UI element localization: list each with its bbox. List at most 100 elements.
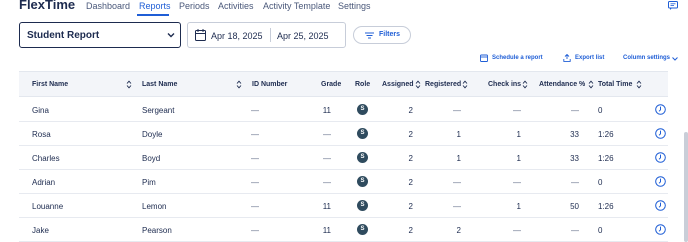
sort-icon[interactable]	[636, 80, 642, 89]
sort-icon[interactable]	[126, 80, 132, 89]
nav-active-indicator	[137, 14, 169, 16]
filter-icon	[365, 32, 374, 39]
student-report-table: First Name Last Name ID Number Grade Rol…	[19, 71, 668, 242]
check-ins-cell: —	[513, 106, 521, 115]
nav-reports[interactable]: Reports	[139, 1, 171, 11]
column-settings-link[interactable]: Column settings	[623, 55, 678, 61]
registered-cell: 1	[456, 130, 461, 139]
date-separator	[270, 28, 271, 42]
id-number-cell: —	[251, 154, 259, 163]
check-ins-cell: 1	[516, 130, 521, 139]
assigned-cell: 2	[408, 178, 413, 187]
role-badge: S	[357, 176, 368, 187]
role-badge: S	[357, 224, 368, 235]
sort-icon[interactable]	[415, 80, 421, 89]
report-type-select[interactable]: Student Report	[19, 22, 181, 48]
col-check-ins[interactable]: Check ins	[488, 81, 521, 88]
attendance-cell: —	[571, 226, 579, 235]
grade-cell: —	[323, 130, 331, 139]
date-end[interactable]: Apr 25, 2025	[277, 31, 329, 41]
id-number-cell: —	[251, 202, 259, 211]
table-row[interactable]: Charles Boyd — — 2 1 1 33 1:26 S	[19, 146, 668, 170]
export-icon	[563, 54, 571, 62]
sort-icon[interactable]	[462, 80, 468, 89]
attendance-cell: —	[571, 106, 579, 115]
check-ins-cell: 1	[516, 154, 521, 163]
table-row[interactable]: Adrian Pim — — 2 — — — 0 S	[19, 170, 668, 194]
assigned-cell: 2	[408, 202, 413, 211]
filters-button[interactable]: Filters	[353, 26, 411, 44]
column-settings-chevron-icon	[672, 57, 678, 61]
registered-cell: —	[453, 202, 461, 211]
col-registered[interactable]: Registered	[425, 81, 461, 88]
grade-cell: —	[323, 178, 331, 187]
role-badge: S	[357, 104, 368, 115]
check-ins-cell: —	[513, 178, 521, 187]
chevron-down-icon	[167, 33, 175, 38]
report-type-value: Student Report	[27, 30, 100, 41]
first-name-cell: Charles	[32, 154, 60, 163]
col-attendance[interactable]: Attendance %	[539, 81, 585, 88]
total-time-cell: 1:26	[598, 202, 614, 211]
table-row[interactable]: Gina Sergeant — 11 2 — — — 0 S	[19, 98, 668, 122]
first-name-cell: Louanne	[32, 202, 64, 211]
clock-icon[interactable]	[655, 176, 666, 187]
clock-icon[interactable]	[655, 128, 666, 139]
schedule-report-link[interactable]: Schedule a report	[480, 54, 543, 62]
col-role: Role	[355, 81, 371, 88]
nav-dashboard[interactable]: Dashboard	[86, 1, 130, 11]
last-name-cell: Pim	[142, 178, 156, 187]
check-ins-cell: —	[513, 226, 521, 235]
first-name-cell: Gina	[32, 106, 49, 115]
export-list-link[interactable]: Export list	[563, 54, 604, 62]
assigned-cell: 2	[408, 106, 413, 115]
table-row[interactable]: Rosa Doyle — — 2 1 1 33 1:26 S	[19, 122, 668, 146]
registered-cell: —	[453, 106, 461, 115]
total-time-cell: 0	[598, 226, 603, 235]
col-first-name[interactable]: First Name	[32, 81, 68, 88]
total-time-cell: 0	[598, 106, 603, 115]
clock-icon[interactable]	[655, 224, 666, 235]
attendance-cell: —	[571, 178, 579, 187]
clock-icon[interactable]	[655, 152, 666, 163]
clock-icon[interactable]	[655, 200, 666, 211]
sort-icon[interactable]	[588, 80, 594, 89]
nav-activity-template[interactable]: Activity Template	[263, 1, 330, 11]
grade-cell: —	[323, 154, 331, 163]
attendance-cell: 33	[570, 130, 579, 139]
registered-cell: —	[453, 178, 461, 187]
total-time-cell: 0	[598, 178, 603, 187]
last-name-cell: Boyd	[142, 154, 161, 163]
col-id-number: ID Number	[252, 81, 288, 88]
table-row[interactable]: Louanne Lemon — 11 2 — 1 50 1:26 S	[19, 194, 668, 218]
table-row[interactable]: Jake Pearson — 11 2 2 — — 0 S	[19, 218, 668, 242]
first-name-cell: Rosa	[32, 130, 51, 139]
check-ins-cell: 1	[516, 202, 521, 211]
id-number-cell: —	[251, 178, 259, 187]
schedule-icon	[480, 54, 488, 62]
chat-icon[interactable]	[668, 1, 678, 10]
date-range-picker[interactable]: Apr 18, 2025 Apr 25, 2025	[187, 22, 346, 48]
col-last-name[interactable]: Last Name	[142, 81, 177, 88]
nav-activities[interactable]: Activities	[218, 1, 254, 11]
role-badge: S	[357, 152, 368, 163]
scrollbar[interactable]	[684, 132, 688, 242]
clock-icon[interactable]	[655, 104, 666, 115]
date-start[interactable]: Apr 18, 2025	[211, 31, 263, 41]
nav-periods[interactable]: Periods	[179, 1, 210, 11]
nav-settings[interactable]: Settings	[338, 1, 371, 11]
sort-icon[interactable]	[522, 80, 528, 89]
first-name-cell: Adrian	[32, 178, 56, 187]
grade-cell: 11	[322, 106, 331, 115]
col-total-time[interactable]: Total Time	[598, 81, 632, 88]
calendar-icon	[195, 29, 206, 41]
schedule-report-label: Schedule a report	[492, 55, 543, 61]
table-header: First Name Last Name ID Number Grade Rol…	[19, 71, 668, 97]
id-number-cell: —	[251, 130, 259, 139]
sort-icon[interactable]	[236, 80, 242, 89]
last-name-cell: Sergeant	[142, 106, 175, 115]
total-time-cell: 1:26	[598, 130, 614, 139]
id-number-cell: —	[251, 226, 259, 235]
col-assigned[interactable]: Assigned	[382, 81, 414, 88]
filters-label: Filters	[379, 31, 401, 38]
